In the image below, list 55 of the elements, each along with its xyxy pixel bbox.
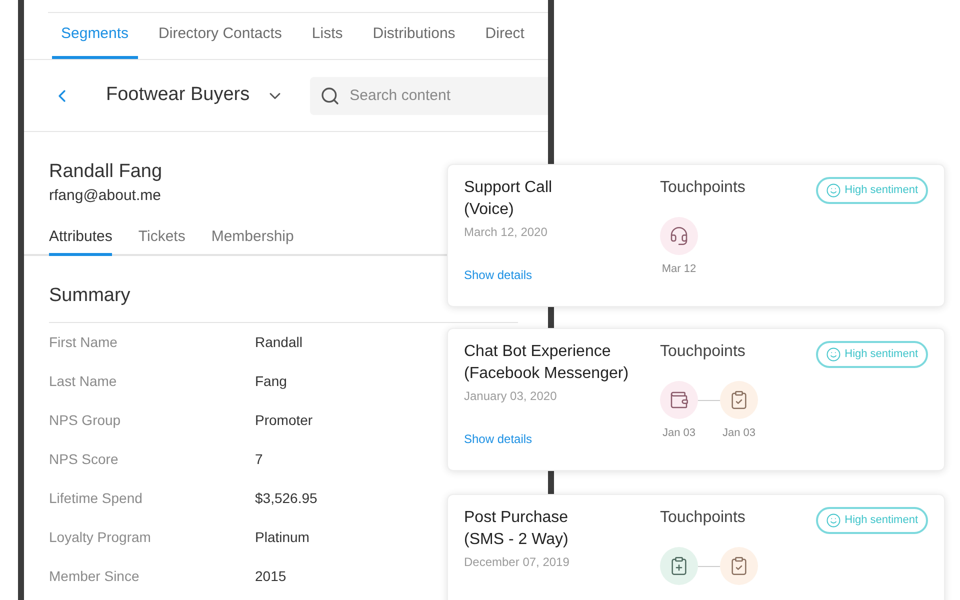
attribute-label: Last Name — [49, 372, 118, 391]
card-title: Support Call — [464, 178, 552, 198]
badge-label: High sentiment — [844, 183, 918, 198]
attribute-label: Lifetime Spend — [49, 489, 144, 508]
badge-label: High sentiment — [844, 513, 918, 528]
card-title: Post Purchase — [464, 508, 568, 528]
nav-tab[interactable]: Direct — [476, 13, 534, 59]
attribute-label: Loyalty Program — [49, 528, 152, 547]
attribute-label: Member Since — [49, 567, 140, 586]
touchpoints-heading: Touchpoints — [660, 178, 746, 198]
card-date: March 12, 2020 — [464, 224, 548, 241]
nav-tab[interactable]: Distributions — [364, 13, 464, 59]
contact-tab[interactable]: Attributes — [49, 222, 112, 256]
attribute-label: NPS Score — [49, 450, 120, 469]
card-title: (Facebook Messenger) — [464, 364, 629, 384]
card-title: (Voice) — [464, 200, 514, 220]
touchpoint-date: Jan 03 — [662, 426, 696, 441]
attribute-value: Promoter — [255, 411, 313, 430]
clipboard-check-icon — [729, 390, 749, 410]
contact-tab[interactable]: Membership — [211, 222, 294, 256]
card-date: January 03, 2020 — [464, 388, 557, 405]
attribute-value: Randall — [255, 333, 302, 352]
search-icon — [320, 86, 340, 106]
smile-icon — [826, 183, 841, 198]
nav-tab[interactable]: Lists — [302, 13, 352, 59]
badge-label: High sentiment — [844, 347, 918, 362]
card-title: Chat Bot Experience — [464, 342, 611, 362]
attribute-value: 2015 — [255, 567, 286, 586]
nav-tab[interactable]: Segments — [52, 13, 138, 59]
attribute-value: 7 — [255, 450, 263, 469]
contact-tab[interactable]: Tickets — [138, 222, 186, 256]
attribute-value: $3,526.95 — [255, 489, 318, 508]
contact-email: rfang@about.me — [49, 186, 161, 206]
attribute-label: First Name — [49, 333, 118, 352]
smile-icon — [826, 513, 841, 528]
clipboard-check-icon — [729, 556, 749, 576]
contact-name: Randall Fang — [49, 160, 162, 184]
wallet-icon — [669, 390, 689, 410]
smile-icon — [826, 347, 841, 362]
attribute-value: Platinum — [255, 528, 310, 547]
touchpoint-date: Mar 12 — [662, 262, 696, 277]
attribute-label: NPS Group — [49, 411, 122, 430]
touchpoints-heading: Touchpoints — [660, 342, 746, 362]
show-details-link[interactable]: Show details — [464, 266, 532, 284]
touchpoint-date: Jan 03 — [722, 426, 756, 441]
card-date: December 07, 2019 — [464, 554, 570, 571]
clipboard-plus-icon — [669, 556, 689, 576]
search-field[interactable]: Search content — [310, 76, 548, 114]
segment-title: Footwear Buyers — [106, 83, 250, 108]
card-title: (SMS - 2 Way) — [464, 530, 568, 550]
headset-icon — [669, 226, 689, 246]
show-details-link[interactable]: Show details — [464, 430, 532, 448]
touchpoints-heading: Touchpoints — [660, 508, 746, 528]
attribute-value: Fang — [255, 372, 287, 391]
nav-tab[interactable]: Directory Contacts — [150, 13, 291, 59]
